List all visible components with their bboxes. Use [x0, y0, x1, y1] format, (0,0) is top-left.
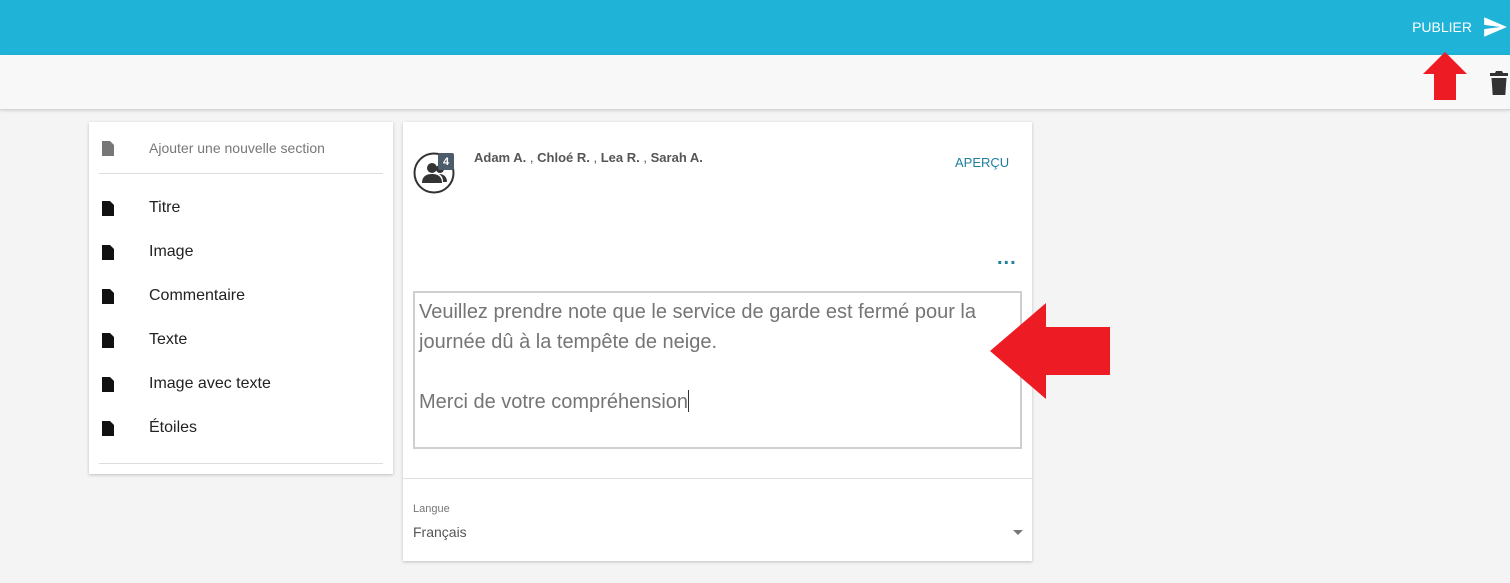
section-item-label: Texte [149, 331, 188, 348]
section-item-image[interactable]: Image [89, 230, 393, 274]
section-item-texte[interactable]: Texte [89, 318, 393, 362]
preview-button[interactable]: APERÇU [955, 155, 1009, 170]
add-section-button[interactable]: Ajouter une nouvelle section [89, 122, 393, 174]
recipient-name: Chloé R. [537, 150, 590, 165]
top-bar: PUBLIER [0, 0, 1510, 55]
message-line: Merci de votre compréhension [419, 391, 689, 413]
section-item-label: Image [149, 243, 194, 260]
recipient-name: Adam A. [474, 150, 527, 165]
recipient-list: Adam A. , Chloé R. , Lea R. , Sarah A. [474, 150, 703, 165]
file-icon [102, 140, 114, 156]
action-bar [0, 55, 1510, 110]
section-item-image-avec-texte[interactable]: Image avec texte [89, 362, 393, 406]
file-icon [102, 376, 114, 392]
red-up-arrow-annotation [1423, 52, 1467, 100]
message-line: Veuillez prendre note que le service de … [419, 301, 977, 323]
red-left-arrow-annotation [990, 303, 1110, 399]
divider [403, 478, 1032, 479]
section-item-etoiles[interactable]: Étoiles [89, 406, 393, 450]
trash-icon[interactable] [1490, 71, 1508, 95]
recipient-name: Lea R. [600, 150, 640, 165]
send-icon [1484, 17, 1507, 37]
message-textarea[interactable]: Veuillez prendre note que le service de … [413, 291, 1022, 449]
message-editor-card: 4 Adam A. , Chloé R. , Lea R. , Sarah A.… [403, 122, 1032, 561]
message-line-blank [419, 357, 1016, 387]
recipient-name: Sarah A. [650, 150, 703, 165]
section-item-label: Titre [149, 199, 181, 216]
language-label: Langue [413, 503, 450, 515]
recipient-separator: , [643, 150, 647, 165]
more-options-button[interactable]: ... [997, 248, 1017, 268]
divider [99, 463, 383, 464]
publish-button[interactable]: PUBLIER [1412, 12, 1508, 42]
text-caret [688, 390, 690, 412]
sections-panel: Ajouter une nouvelle section Titre Image… [89, 122, 393, 474]
section-item-commentaire[interactable]: Commentaire [89, 274, 393, 318]
dropdown-arrow-icon [1013, 530, 1023, 535]
file-icon [102, 420, 114, 436]
file-icon [102, 200, 114, 216]
file-icon [102, 332, 114, 348]
message-line: journée dû à la tempête de neige. [419, 331, 717, 353]
section-type-list: Titre Image Commentaire Texte Image avec… [89, 186, 393, 450]
file-icon [102, 244, 114, 260]
recipient-separator: , [529, 150, 534, 165]
recipient-count-badge: 4 [438, 153, 454, 170]
section-item-titre[interactable]: Titre [89, 186, 393, 230]
section-item-label: Commentaire [149, 287, 246, 304]
file-icon [102, 288, 114, 304]
section-item-label: Image avec texte [149, 375, 271, 392]
add-section-label: Ajouter une nouvelle section [149, 140, 325, 156]
publish-label: PUBLIER [1412, 19, 1472, 35]
language-select[interactable]: Français [413, 524, 1023, 546]
section-item-label: Étoiles [149, 419, 198, 436]
recipient-separator: , [593, 150, 598, 165]
divider [99, 173, 383, 174]
language-value: Français [413, 524, 467, 540]
